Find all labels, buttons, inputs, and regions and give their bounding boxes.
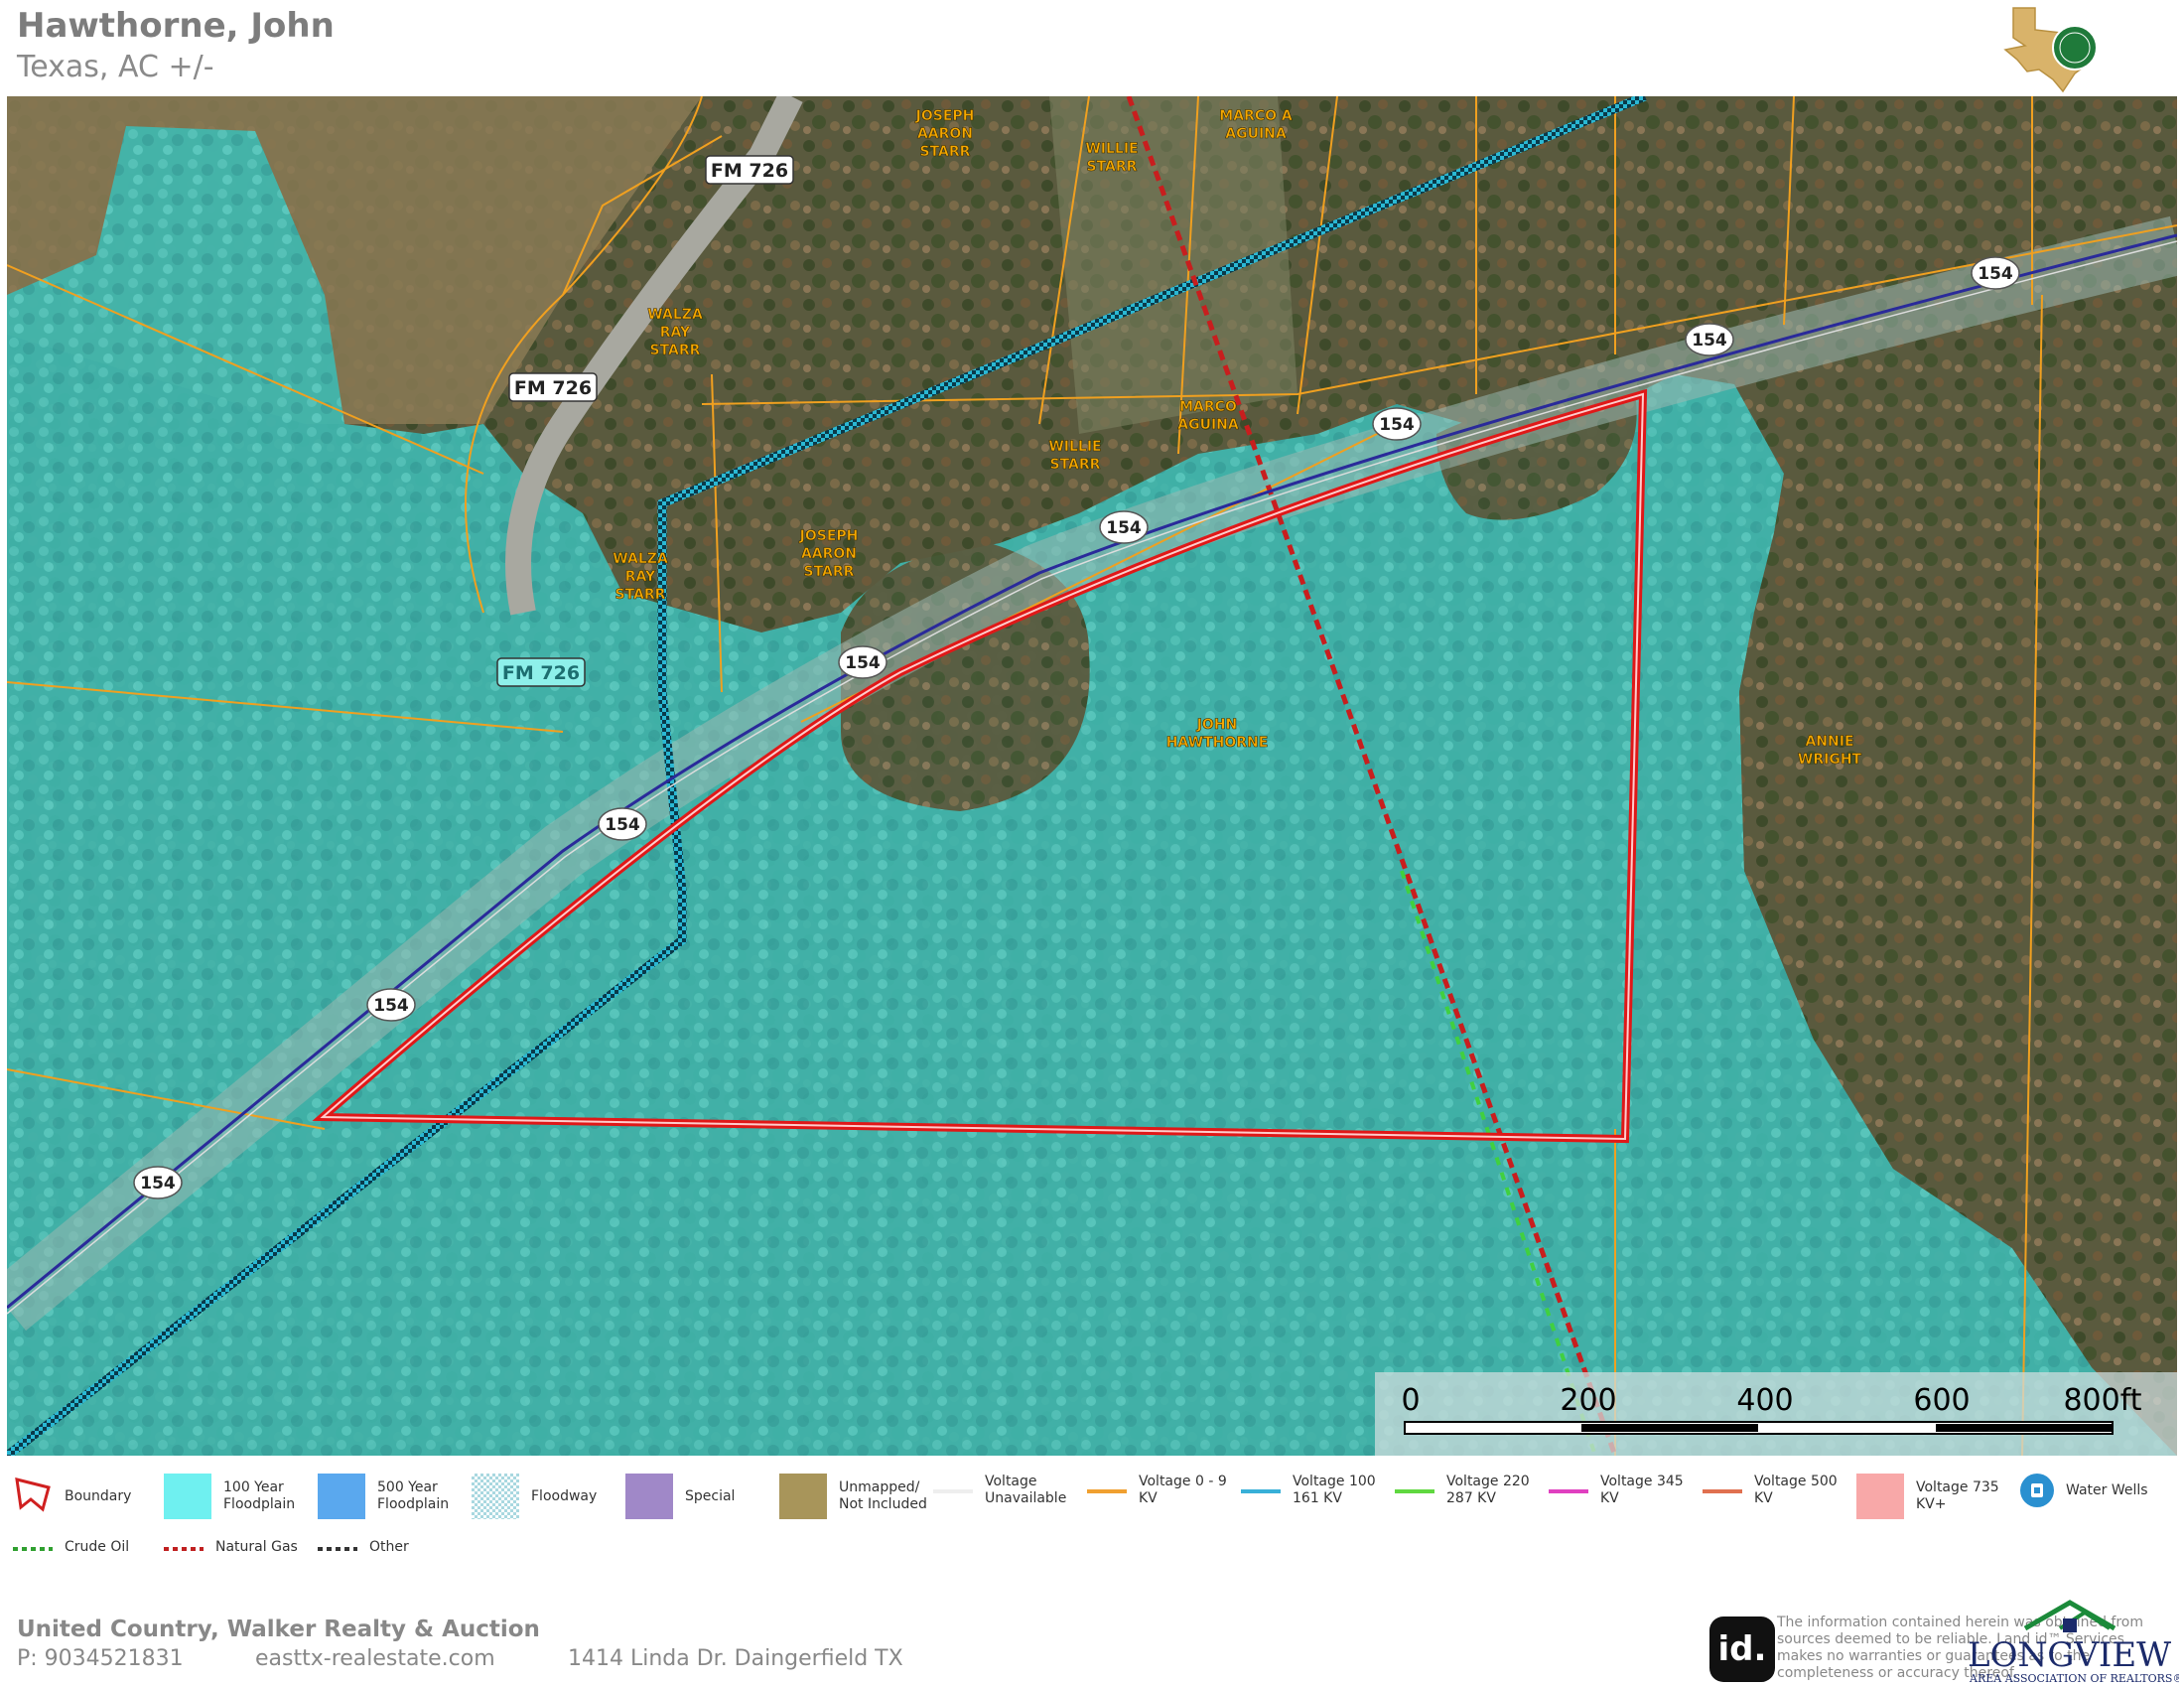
legend-line xyxy=(318,1546,357,1551)
page-title: Hawthorne, John xyxy=(17,6,335,46)
legend-item: Crude Oil xyxy=(13,1539,129,1556)
svg-text:154: 154 xyxy=(1106,518,1142,538)
legend-label: Voltage 100 161 KV xyxy=(1293,1474,1376,1506)
scale-tick-label: 200 xyxy=(1560,1383,1616,1418)
scale-tick-label: 600 xyxy=(1913,1383,1970,1418)
legend-label: Boundary xyxy=(65,1487,132,1504)
legend-line xyxy=(164,1546,204,1551)
legend-item: 500 Year Floodplain xyxy=(318,1474,449,1519)
page: Hawthorne, John Texas, AC +/- 154 154 15… xyxy=(0,0,2184,1687)
legend-swatch xyxy=(1856,1474,1904,1519)
page-subtitle: Texas, AC +/- xyxy=(17,50,214,84)
legend-label: Voltage 735 KV+ xyxy=(1916,1479,1999,1512)
legend-label: Voltage 345 KV xyxy=(1600,1474,1684,1506)
scale-tick-label: 800ft xyxy=(2063,1383,2141,1418)
legend-label: Voltage Unavailable xyxy=(985,1474,1067,1506)
owner-label-joseph-aaron-starr-south: JOSEPH AARON STARR xyxy=(799,528,859,580)
legend-item: Voltage 220 287 KV xyxy=(1395,1474,1530,1507)
legend-label: Floodway xyxy=(531,1487,598,1504)
legend-swatch xyxy=(164,1474,211,1519)
highway-154-shield: 154 xyxy=(133,1166,183,1199)
land-id-logo-text: id. xyxy=(1717,1629,1767,1669)
company-website[interactable]: easttx-realestate.com xyxy=(255,1646,495,1671)
highway-154-shield: 154 xyxy=(1099,510,1149,544)
longview-sub: AREA ASSOCIATION OF REALTORS® xyxy=(1969,1672,2179,1685)
highway-154-shield: 154 xyxy=(1971,256,2020,290)
highway-154-shield: 154 xyxy=(1685,323,1734,356)
legend-label: Special xyxy=(685,1487,736,1504)
legend-item: Voltage 735 KV+ xyxy=(1856,1474,1999,1519)
legend-label: Unmapped/ Not Included xyxy=(839,1479,927,1512)
legend-item: Other xyxy=(318,1539,409,1556)
svg-text:FM 726: FM 726 xyxy=(711,160,788,182)
legend-item: Special xyxy=(625,1474,735,1519)
legend-item: Boundary xyxy=(13,1474,131,1519)
legend-line xyxy=(933,1489,973,1493)
legend-swatch xyxy=(318,1474,365,1519)
svg-text:154: 154 xyxy=(1978,264,2013,284)
svg-text:154: 154 xyxy=(845,653,881,673)
water-well-icon xyxy=(2020,1474,2054,1507)
longview-realtors-logo: LONGVIEW AREA ASSOCIATION OF REALTORS® xyxy=(1968,1600,2179,1685)
legend-line xyxy=(13,1546,53,1551)
legend-item: Natural Gas xyxy=(164,1539,298,1556)
svg-text:154: 154 xyxy=(373,996,409,1016)
boundary-icon xyxy=(13,1474,53,1519)
floodway-swatch xyxy=(472,1474,519,1519)
legend-label: Other xyxy=(369,1539,409,1555)
owner-label-joseph-aaron-starr-north: JOSEPH AARON STARR xyxy=(915,108,975,160)
svg-text:154: 154 xyxy=(1379,415,1415,435)
highway-154-shield: 154 xyxy=(1372,407,1422,441)
legend-label: Voltage 500 KV xyxy=(1754,1474,1838,1506)
company-address: 1414 Linda Dr. Daingerfield TX xyxy=(568,1646,903,1671)
legend: Boundary 100 Year Floodplain 500 Year Floo… xyxy=(0,1460,2184,1579)
legend-label: 100 Year Floodplain xyxy=(223,1479,296,1512)
legend-item: Voltage 0 - 9 KV xyxy=(1087,1474,1227,1507)
legend-line xyxy=(1395,1489,1434,1493)
legend-line xyxy=(1549,1489,1588,1493)
legend-line xyxy=(1703,1489,1742,1493)
longview-name: LONGVIEW xyxy=(1968,1635,2171,1675)
company-name: United Country, Walker Realty & Auction xyxy=(17,1617,540,1642)
legend-label: Crude Oil xyxy=(65,1539,130,1555)
fm-726-label: FM 726 xyxy=(508,372,598,402)
fm-726-label: FM 726 xyxy=(496,657,586,687)
legend-item: Unmapped/ Not Included xyxy=(779,1474,927,1519)
highway-154-shield: 154 xyxy=(366,988,416,1022)
legend-line xyxy=(1087,1489,1127,1493)
legend-label: 500 Year Floodplain xyxy=(377,1479,450,1512)
scale-tick-label: 400 xyxy=(1736,1383,1793,1418)
legend-swatch xyxy=(625,1474,673,1519)
texas-society-logo xyxy=(2003,7,2098,93)
scale-tick-label: 0 xyxy=(1401,1383,1420,1418)
aerial-map[interactable]: 154 154 154 154 154 154 154 154 FM 726 FM 726 FM … xyxy=(7,96,2177,1456)
scale-bar: 0 200 400 600 800ft xyxy=(1375,1372,2177,1456)
legend-item: Floodway xyxy=(472,1474,597,1519)
legend-item: Voltage 500 KV xyxy=(1703,1474,1838,1507)
legend-label: Water Wells xyxy=(2066,1481,2148,1498)
highway-154-shield: 154 xyxy=(598,807,647,841)
legend-label: Natural Gas xyxy=(215,1539,298,1555)
svg-text:154: 154 xyxy=(605,815,640,835)
legend-item: Voltage Unavailable xyxy=(933,1474,1066,1507)
legend-line xyxy=(1241,1489,1281,1493)
legend-swatch xyxy=(779,1474,827,1519)
company-phone: P: 9034521831 xyxy=(17,1646,184,1671)
legend-item: Water Wells xyxy=(2020,1474,2148,1507)
svg-text:FM 726: FM 726 xyxy=(502,662,580,684)
fm-726-label: FM 726 xyxy=(705,155,794,185)
legend-label: Voltage 0 - 9 KV xyxy=(1139,1474,1227,1506)
legend-label: Voltage 220 287 KV xyxy=(1446,1474,1530,1506)
svg-text:154: 154 xyxy=(1692,331,1727,351)
legend-item: Voltage 345 KV xyxy=(1549,1474,1684,1507)
svg-text:154: 154 xyxy=(140,1174,176,1194)
legend-item: Voltage 100 161 KV xyxy=(1241,1474,1376,1507)
legend-item: 100 Year Floodplain xyxy=(164,1474,295,1519)
land-id-logo: id. xyxy=(1709,1617,1775,1682)
svg-text:FM 726: FM 726 xyxy=(514,377,592,399)
highway-154-shield: 154 xyxy=(838,645,887,679)
